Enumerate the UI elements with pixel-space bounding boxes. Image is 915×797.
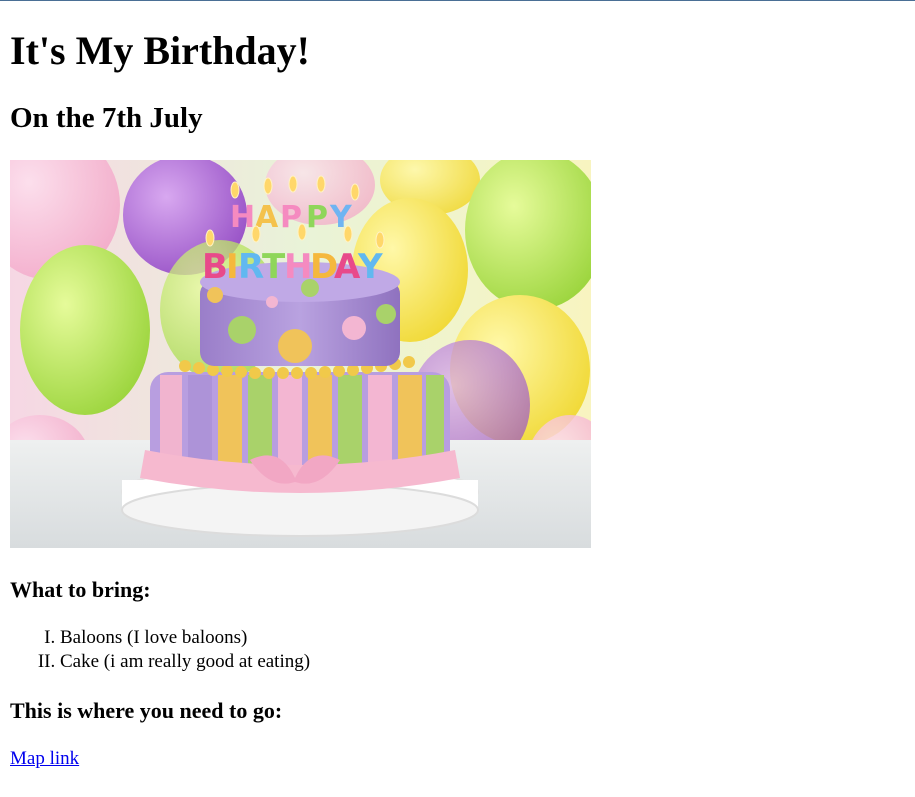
list-item: Cake (i am really good at eating) xyxy=(60,650,310,674)
svg-text:Y: Y xyxy=(357,247,383,287)
svg-text:A: A xyxy=(334,247,361,287)
bring-list: Baloons (I love baloons) Cake (i am real… xyxy=(10,626,310,674)
birthday-cake-image: H A P P Y B I R T H D A Y xyxy=(10,160,591,548)
svg-text:B: B xyxy=(202,247,228,287)
svg-text:P: P xyxy=(306,200,328,235)
window-top-border xyxy=(0,0,915,1)
map-link[interactable]: Map link xyxy=(10,747,79,771)
svg-text:R: R xyxy=(238,247,264,287)
svg-text:H: H xyxy=(284,247,312,287)
page-title: It's My Birthday! xyxy=(10,28,310,73)
svg-text:T: T xyxy=(262,247,286,287)
svg-text:I: I xyxy=(226,247,239,287)
bring-heading: What to bring: xyxy=(10,577,151,602)
svg-text:H: H xyxy=(230,200,255,235)
page-subtitle: On the 7th July xyxy=(10,102,203,134)
list-item: Baloons (I love baloons) xyxy=(60,626,310,650)
directions-heading: This is where you need to go: xyxy=(10,698,283,723)
